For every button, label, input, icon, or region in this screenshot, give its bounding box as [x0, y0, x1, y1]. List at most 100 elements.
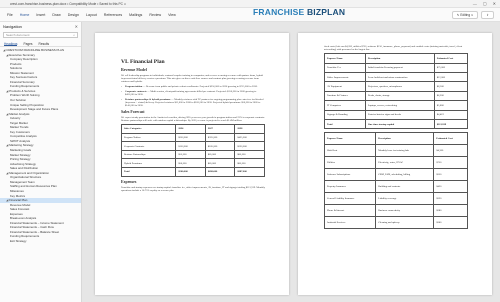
nav-tab-headings[interactable]: Headings: [4, 42, 18, 46]
tab-review[interactable]: Review: [149, 13, 161, 17]
table-cell: $887,000: [234, 167, 265, 177]
nav-heading-label: Milestones: [10, 188, 24, 193]
collapse-arrow-icon[interactable]: ◢: [6, 112, 8, 116]
nav-heading-label: Industry: [10, 116, 21, 121]
table-row: Program Tuition $250,000 $325,000 $425,0…: [120, 132, 265, 143]
nav-heading-label: Expenses: [10, 211, 23, 216]
table-row: Office Improvements Lease build-out and …: [324, 71, 469, 83]
tab-insert[interactable]: Insert: [36, 13, 45, 17]
collapse-arrow-icon[interactable]: ◢: [6, 53, 8, 57]
nav-heading-label: Market Trends: [10, 125, 29, 130]
table-header-cell: Description: [364, 53, 435, 64]
table-total-row: Total One-time startup capital $113,919: [324, 118, 469, 130]
table-cell: $75,000: [433, 62, 469, 73]
startup-expenses-table: Expense Name Description Estimated Cost …: [324, 53, 469, 130]
nav-heading-label: Financial Plan: [9, 198, 28, 203]
nav-heading-item[interactable]: Exit Strategy: [0, 239, 81, 244]
table-header-cell: Estimated Cost: [433, 132, 468, 146]
table-row: Franchise Fee Initial franchise/licensin…: [324, 62, 469, 73]
nav-heading-label: CRESTCOM FRANCHISE BUSINESS PLAN: [6, 48, 65, 52]
table-row: Corporate Contracts $150,000 $185,000 $2…: [120, 141, 265, 151]
table-cell: $4,419: [433, 109, 469, 120]
nav-heading-label: Sales and Distribution: [10, 166, 39, 171]
table-cell: $4,200: [433, 144, 468, 158]
table-cell: $425,000: [234, 132, 265, 143]
nav-heading-label: Products: [10, 61, 22, 66]
table-cell: Furniture & Fixtures: [324, 90, 366, 102]
tab-view[interactable]: View: [168, 13, 176, 17]
table-cell: Monthly lease for training hub: [375, 144, 435, 158]
nav-heading-label: Problem Worth Solving: [10, 93, 40, 98]
sales-forecast-paragraph: We expect steady penetration in the Aust…: [121, 115, 265, 122]
table-row: General Liability Insurance Liability co…: [323, 192, 468, 206]
tab-mailings[interactable]: Mailings: [129, 13, 142, 17]
nav-heading-label: Financial Statements – Cash Flow: [10, 225, 54, 230]
nav-heading-label: Development Stage and Future Plans: [10, 107, 59, 112]
table-cell: Initial franchise/licensing payment: [364, 62, 435, 73]
tab-layout[interactable]: Layout: [86, 13, 97, 17]
table-row: Utilities Electricity, water, HVAC $750: [323, 156, 468, 170]
table-row: Software Subscriptions CRM, LMS, schedul…: [323, 168, 468, 182]
table-cell: Office Improvements: [324, 71, 366, 83]
maximize-button[interactable]: ▢: [483, 1, 487, 6]
table-cell: Total: [324, 118, 366, 130]
table-cell: $230,000: [234, 141, 265, 151]
document-page-2[interactable]: fixed costs (lede-run $4,200, utilities …: [298, 33, 492, 295]
nav-heading-label: Organizational Structure: [10, 175, 42, 180]
nav-heading-label: Competitive Analysis: [10, 134, 37, 139]
table-cell: Software Subscriptions: [323, 168, 377, 182]
table-header-cell: Sales Categories: [120, 124, 177, 134]
tab-home[interactable]: Home: [20, 13, 30, 17]
table-cell: Shift Rent: [323, 144, 377, 158]
close-icon[interactable]: ✕: [75, 24, 78, 29]
nav-tab-results[interactable]: Results: [39, 42, 50, 46]
table-cell: $185,000: [204, 141, 236, 151]
nav-heading-label: Staffing and Human Resources Plan: [10, 184, 57, 189]
table-row: Phone & Internet Business connectivity $…: [323, 204, 468, 218]
expenses-paragraph: Franchise and startup expenses use start…: [121, 185, 265, 192]
nav-heading-label: Funding Requirements: [10, 84, 40, 89]
table-cell: Desks, chairs, storage: [364, 90, 435, 102]
nav-heading-label: Unique Selling Proposition: [10, 102, 44, 107]
tab-design[interactable]: Design: [68, 13, 79, 17]
table-cell: Building and contents: [375, 180, 435, 194]
table-row: AV Equipment Projectors, speakers, micro…: [324, 81, 469, 92]
window-controls: — ▢ ✕: [473, 1, 496, 6]
table-header-cell: Expense Name: [323, 132, 377, 146]
nav-heading-label: Products & Services: [9, 88, 36, 93]
tab-draw[interactable]: Draw: [52, 13, 60, 17]
collapse-arrow-icon[interactable]: ◢: [6, 89, 8, 93]
collapse-arrow-icon[interactable]: ◢: [6, 171, 8, 175]
nav-heading-label: Marketing Goals: [10, 148, 32, 153]
nav-heading-label: Management and Organization: [9, 170, 49, 175]
editing-mode-button[interactable]: ✎ Editing ∨: [451, 10, 479, 19]
table-cell: One-time startup capital: [364, 118, 435, 130]
nav-heading-label: Key Customers: [10, 129, 30, 134]
collapse-arrow-icon[interactable]: ◢: [6, 198, 8, 202]
minimize-button[interactable]: —: [473, 1, 477, 6]
document-area[interactable]: VI. Financial Plan Revenue Model We sell…: [83, 22, 500, 302]
tab-file[interactable]: File: [7, 13, 13, 17]
table-row: Retainer Partnerships $55,000 $65,000 $8…: [120, 149, 265, 160]
revenue-model-heading: Revenue Model: [121, 68, 147, 72]
franchise-bizplan-logo: FRANCHISE BIZPLAN: [253, 7, 345, 17]
search-icon[interactable]: ⌕: [73, 33, 75, 37]
document-page-1[interactable]: VI. Financial Plan Revenue Model We sell…: [95, 33, 289, 295]
nav-heading-label: Pricing Strategy: [10, 157, 31, 162]
table-cell: $50,000: [175, 158, 206, 168]
table-cell: Exterior/interior signs and decals: [364, 109, 435, 120]
nav-search-input[interactable]: Search document ⌕: [3, 32, 78, 38]
title-bar: crest-com-franchise-business-plan.docx •…: [0, 0, 500, 8]
nav-tab-pages[interactable]: Pages: [23, 42, 32, 46]
table-header-row: Sales Categories 2026 2027 2028: [120, 124, 265, 134]
close-button[interactable]: ✕: [493, 1, 496, 6]
table-cell: Projectors, speakers, microphones: [364, 81, 435, 92]
collapse-arrow-icon[interactable]: ◢: [3, 48, 5, 52]
document-title[interactable]: crest-com-franchise-business-plan.docx •…: [10, 2, 126, 6]
bullet-text: — Revenue from public and private cohort…: [142, 85, 258, 89]
tab-references[interactable]: References: [104, 13, 122, 17]
share-button[interactable]: ⇪: [481, 10, 494, 19]
table-cell: CRM, LMS, scheduling, billing: [375, 168, 435, 182]
table-header-cell: Description: [375, 132, 435, 146]
collapse-arrow-icon[interactable]: ◢: [6, 143, 8, 147]
